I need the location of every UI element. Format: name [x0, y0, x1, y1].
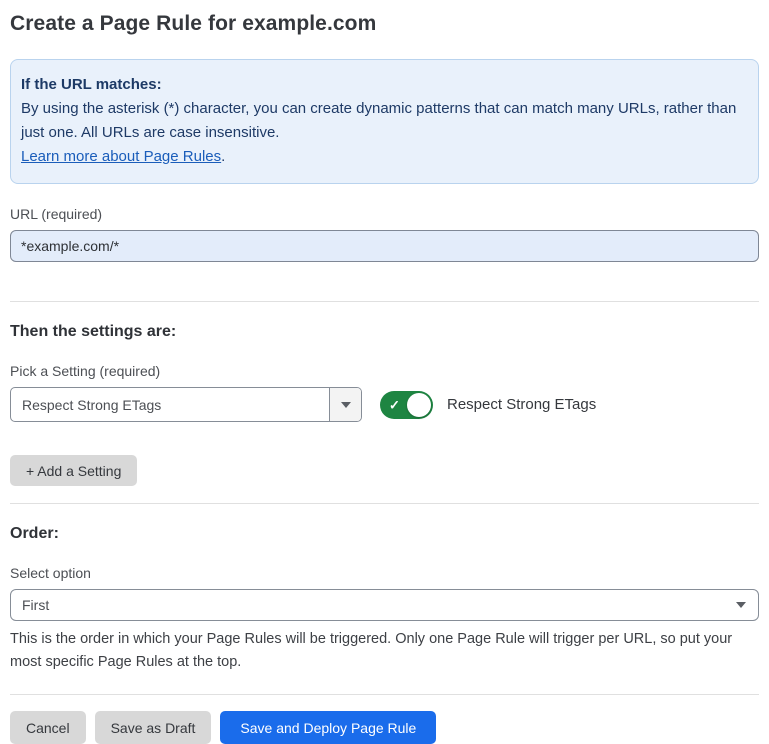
learn-more-link[interactable]: Learn more about Page Rules — [21, 148, 221, 165]
settings-section-heading: Then the settings are: — [10, 323, 759, 341]
setting-field-label: Pick a Setting (required) — [10, 363, 759, 379]
cancel-button[interactable]: Cancel — [10, 711, 86, 744]
url-input[interactable] — [10, 230, 759, 262]
section-divider — [10, 301, 759, 302]
info-box-heading: If the URL matches: — [21, 73, 744, 97]
footer-divider — [10, 694, 759, 695]
setting-row: Respect Strong ETags ✓ Respect Strong ET… — [10, 387, 759, 422]
chevron-down-icon — [341, 402, 351, 408]
setting-select-value: Respect Strong ETags — [11, 388, 329, 421]
save-draft-button[interactable]: Save as Draft — [95, 711, 212, 744]
setting-toggle-label: Respect Strong ETags — [447, 396, 596, 413]
page-title: Create a Page Rule for example.com — [10, 12, 759, 36]
url-field-label: URL (required) — [10, 206, 759, 222]
info-box-link-line: Learn more about Page Rules. — [21, 145, 744, 169]
setting-select-arrow-button[interactable] — [329, 388, 361, 421]
chevron-down-icon — [736, 602, 746, 608]
order-section-heading: Order: — [10, 525, 759, 543]
order-select-value: First — [22, 597, 736, 613]
order-select[interactable]: First — [10, 589, 759, 621]
setting-select[interactable]: Respect Strong ETags — [10, 387, 362, 422]
order-help-text: This is the order in which your Page Rul… — [10, 628, 759, 674]
toggle-knob — [407, 393, 431, 417]
footer-actions: Cancel Save as Draft Save and Deploy Pag… — [10, 711, 759, 744]
save-deploy-button[interactable]: Save and Deploy Page Rule — [220, 711, 436, 744]
info-box-body: By using the asterisk (*) character, you… — [21, 97, 744, 145]
add-setting-button[interactable]: + Add a Setting — [10, 455, 137, 486]
order-select-label: Select option — [10, 565, 759, 581]
section-divider — [10, 503, 759, 504]
link-period: . — [221, 148, 225, 165]
setting-toggle[interactable]: ✓ — [380, 391, 433, 419]
url-match-info-box: If the URL matches: By using the asteris… — [10, 59, 759, 184]
check-icon: ✓ — [389, 398, 400, 411]
